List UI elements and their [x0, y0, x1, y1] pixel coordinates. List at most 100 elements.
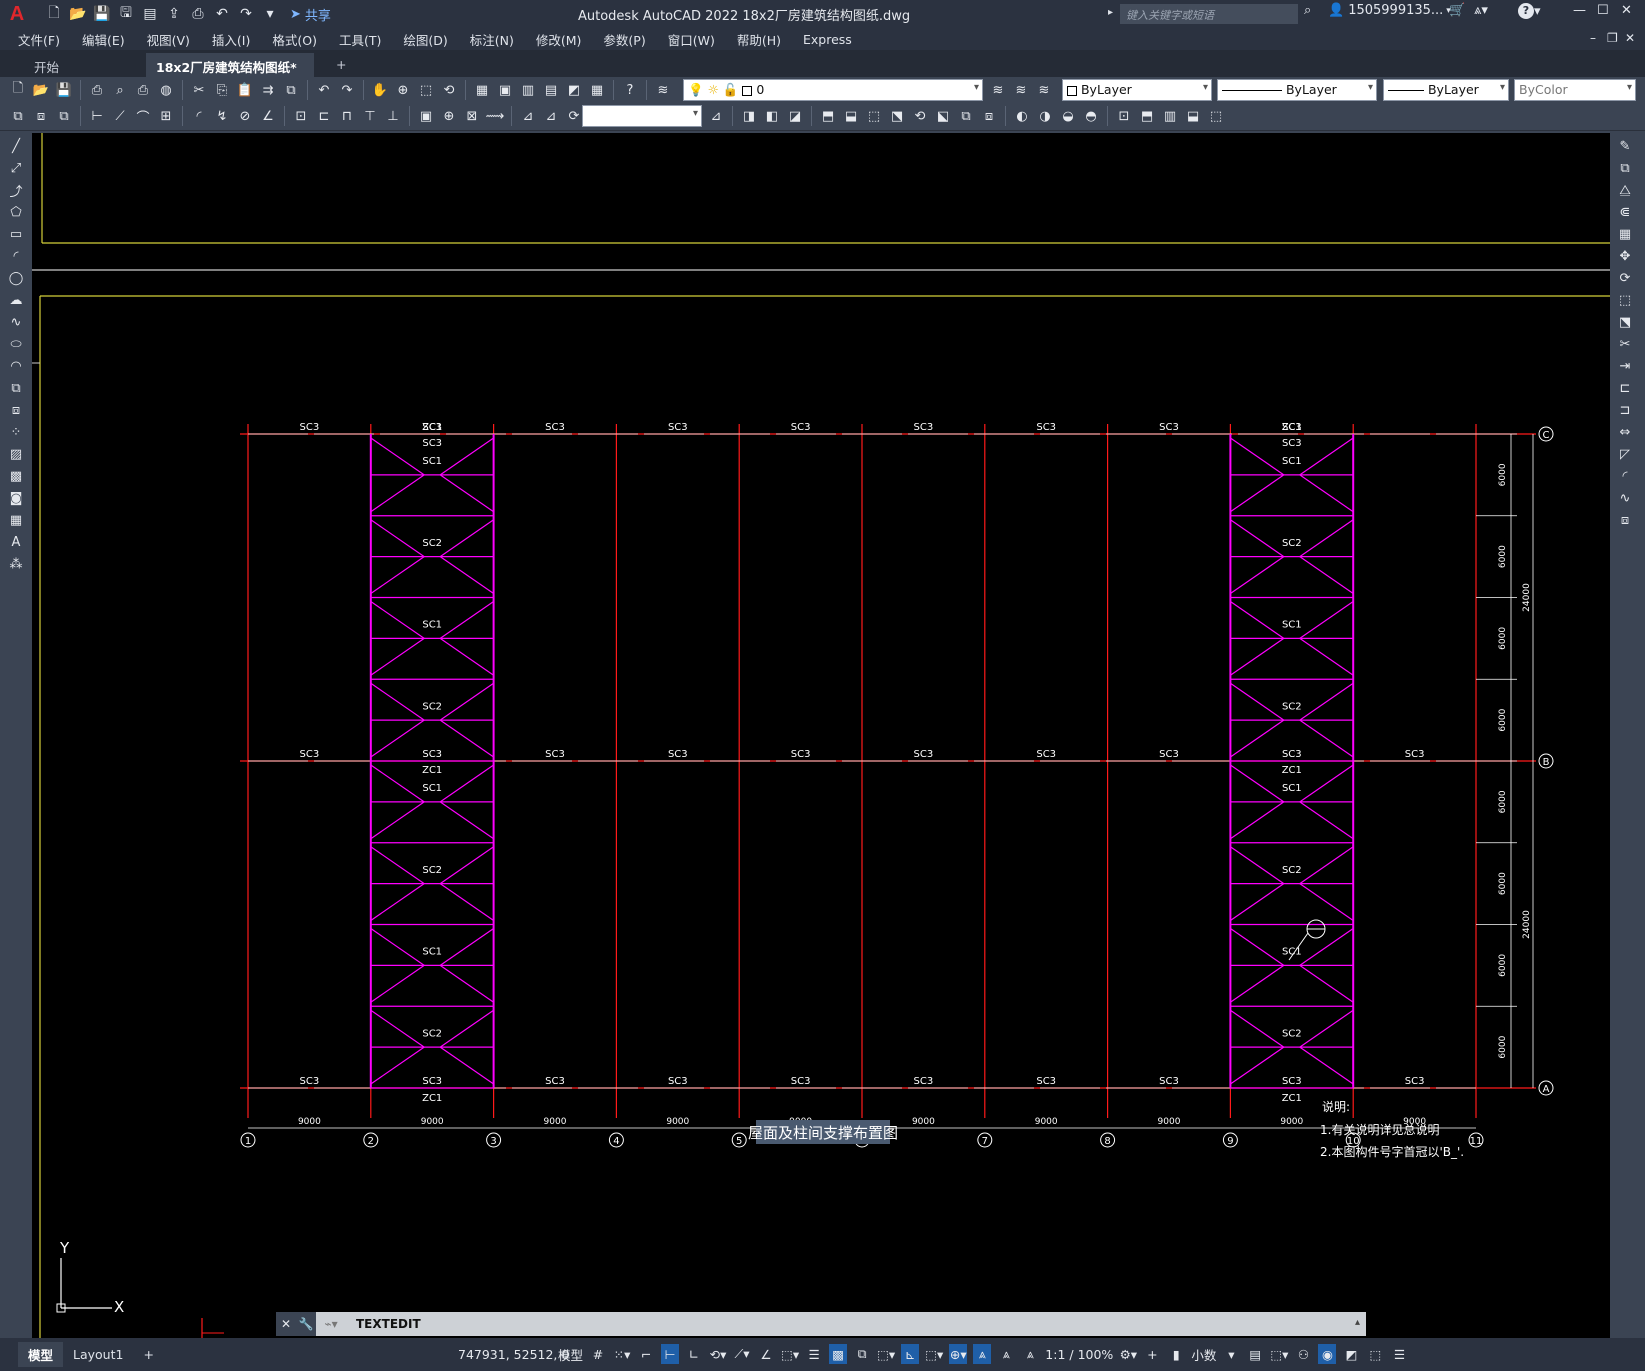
- autodesk-app-icon[interactable]: ⩓▾: [1474, 3, 1488, 18]
- hatch-icon[interactable]: ▨: [7, 445, 25, 463]
- markup-icon[interactable]: ◩: [564, 80, 584, 100]
- paste-icon[interactable]: 📋: [235, 80, 255, 100]
- copy-icon[interactable]: ⎘: [212, 80, 232, 100]
- draw-order-icon[interactable]: ⧉: [8, 106, 28, 126]
- object-snap-tracking-icon[interactable]: ∠: [757, 1344, 775, 1364]
- annotation-scale-value[interactable]: 1:1 / 100%: [1045, 1344, 1113, 1364]
- transparency-icon[interactable]: ▩: [829, 1344, 848, 1364]
- dynamic-ucs-icon[interactable]: ⊾: [901, 1344, 920, 1364]
- search-icon[interactable]: ⌕: [1304, 3, 1311, 18]
- union-icon[interactable]: ◨: [739, 106, 759, 126]
- lineweight-dropdown[interactable]: ByLayer ▾: [1383, 79, 1509, 101]
- check-icon[interactable]: ⊡: [1114, 106, 1134, 126]
- menu-parametric[interactable]: 参数(P): [603, 30, 645, 49]
- grid-icon[interactable]: #: [589, 1344, 607, 1364]
- extrude-faces-icon[interactable]: ⬒: [818, 106, 838, 126]
- menu-express[interactable]: Express: [803, 32, 852, 47]
- bring-front-icon[interactable]: ⧈: [31, 106, 51, 126]
- quickcalc-icon[interactable]: ▦: [587, 80, 607, 100]
- tab-add-button[interactable]: +: [326, 53, 356, 77]
- dimension-update-icon[interactable]: ⟳: [564, 106, 584, 126]
- center-mark-icon[interactable]: ⊕: [439, 106, 459, 126]
- layer-dropdown[interactable]: 💡 ☼ 🔓 0 ▾: [683, 79, 983, 101]
- offset-faces-icon[interactable]: ⬚: [864, 106, 884, 126]
- undo-icon[interactable]: ↶: [314, 80, 334, 100]
- customize-icon[interactable]: ▾: [260, 4, 280, 24]
- quick-dimension-icon[interactable]: ⊡: [291, 106, 311, 126]
- chamfer-icon[interactable]: ◸: [1616, 445, 1634, 463]
- tool-palettes-icon[interactable]: ▥: [518, 80, 538, 100]
- annotation-scale-icon[interactable]: ⩓: [1021, 1344, 1039, 1364]
- tolerance-icon[interactable]: ▣: [416, 106, 436, 126]
- rotate-faces-icon[interactable]: ⟲: [910, 106, 930, 126]
- hardware-acceleration-icon[interactable]: ◉: [1318, 1344, 1337, 1364]
- annotation-visibility-icon[interactable]: ⩓: [973, 1344, 992, 1364]
- plotstyle-dropdown[interactable]: ByColor ▾: [1514, 79, 1636, 101]
- plot-icon[interactable]: ⎙: [188, 4, 208, 24]
- menu-modify[interactable]: 修改(M): [536, 30, 582, 49]
- command-line[interactable]: ✕ 🔧 ⌁▾ TEXTEDIT ▴: [276, 1312, 1366, 1336]
- tab-active-drawing[interactable]: 18x2厂房建筑结构图纸* ✕: [146, 53, 314, 91]
- menu-format[interactable]: 格式(O): [272, 30, 317, 49]
- angular-icon[interactable]: ∠: [258, 106, 278, 126]
- layer-previous-icon[interactable]: ≋: [1011, 80, 1031, 100]
- taper-faces-icon[interactable]: ⬕: [933, 106, 953, 126]
- rectangle-icon[interactable]: ▭: [7, 225, 25, 243]
- polygon-icon[interactable]: ⬠: [7, 203, 25, 221]
- inspection-icon[interactable]: ⊠: [462, 106, 482, 126]
- annotation-monitor-icon[interactable]: +: [1143, 1344, 1161, 1364]
- cut-icon[interactable]: ✂: [189, 80, 209, 100]
- zoom-previous-icon[interactable]: ⟲: [439, 80, 459, 100]
- insert-block-icon[interactable]: ⧉: [7, 379, 25, 397]
- search-input[interactable]: 键入关键字或短语: [1120, 4, 1298, 24]
- redo-icon[interactable]: ↷: [337, 80, 357, 100]
- block-editor-icon[interactable]: ⧉: [281, 80, 301, 100]
- dimension-edit-icon[interactable]: ⊿: [518, 106, 538, 126]
- minimize-icon[interactable]: —: [1573, 3, 1586, 18]
- color-dropdown[interactable]: ByLayer ▾: [1062, 79, 1212, 101]
- publish-icon[interactable]: ⎙: [133, 80, 153, 100]
- ellipse-arc-icon[interactable]: ◠: [7, 357, 25, 375]
- intersect-icon[interactable]: ◪: [785, 106, 805, 126]
- move-icon[interactable]: ✥: [1616, 247, 1634, 265]
- mirror-icon[interactable]: ⧋: [1616, 181, 1634, 199]
- menu-insert[interactable]: 插入(I): [212, 30, 250, 49]
- linear-dimension-icon[interactable]: ⊢: [87, 106, 107, 126]
- clean-icon[interactable]: ◑: [1035, 106, 1055, 126]
- line-icon[interactable]: ╱: [7, 137, 25, 155]
- new-icon[interactable]: 🗋: [44, 4, 64, 24]
- close-icon[interactable]: ✕: [1621, 3, 1632, 18]
- infer-constraints-icon[interactable]: ⌐: [637, 1344, 655, 1364]
- section-icon[interactable]: ▥: [1160, 106, 1180, 126]
- coordinates-readout[interactable]: 747931, 52512, 0: [458, 1347, 569, 1362]
- app-logo-icon[interactable]: A: [0, 0, 34, 28]
- add-layout-button[interactable]: +: [133, 1344, 163, 1365]
- selection-filter-icon[interactable]: ⬚▾: [925, 1344, 943, 1364]
- publish-icon[interactable]: ⇪: [164, 4, 184, 24]
- doc-restore-icon[interactable]: ❐: [1607, 31, 1618, 45]
- plot-preview-icon[interactable]: ⌕: [110, 80, 130, 100]
- tab-model[interactable]: 模型: [18, 1342, 64, 1367]
- save-icon[interactable]: 💾: [92, 4, 112, 24]
- clean-screen-icon[interactable]: ⬚: [1366, 1344, 1384, 1364]
- offset-icon[interactable]: ⋐: [1616, 203, 1634, 221]
- continue-icon[interactable]: ⊓: [337, 106, 357, 126]
- separate-icon[interactable]: ◒: [1058, 106, 1078, 126]
- maximize-icon[interactable]: ☐: [1597, 3, 1609, 18]
- open-icon[interactable]: 📂: [31, 80, 51, 100]
- jogged-icon[interactable]: ↯: [212, 106, 232, 126]
- diameter-icon[interactable]: ⊘: [235, 106, 255, 126]
- object-snap-icon[interactable]: ⬚▾: [781, 1344, 799, 1364]
- revision-cloud-icon[interactable]: ☁: [7, 291, 25, 309]
- delete-faces-icon[interactable]: ⬔: [887, 106, 907, 126]
- properties-icon[interactable]: ▦: [472, 80, 492, 100]
- lineweight-icon[interactable]: ☰: [805, 1344, 823, 1364]
- dimension-text-edit-icon[interactable]: ⊿: [541, 106, 561, 126]
- region-icon[interactable]: ◙: [7, 489, 25, 507]
- open-icon[interactable]: 📂: [68, 4, 88, 24]
- array-icon[interactable]: ▦: [1616, 225, 1634, 243]
- ordinate-icon[interactable]: ⊞: [156, 106, 176, 126]
- break-icon[interactable]: ⊥: [383, 106, 403, 126]
- shell-icon[interactable]: ◓: [1081, 106, 1101, 126]
- polyline-icon[interactable]: ⤴: [7, 181, 25, 200]
